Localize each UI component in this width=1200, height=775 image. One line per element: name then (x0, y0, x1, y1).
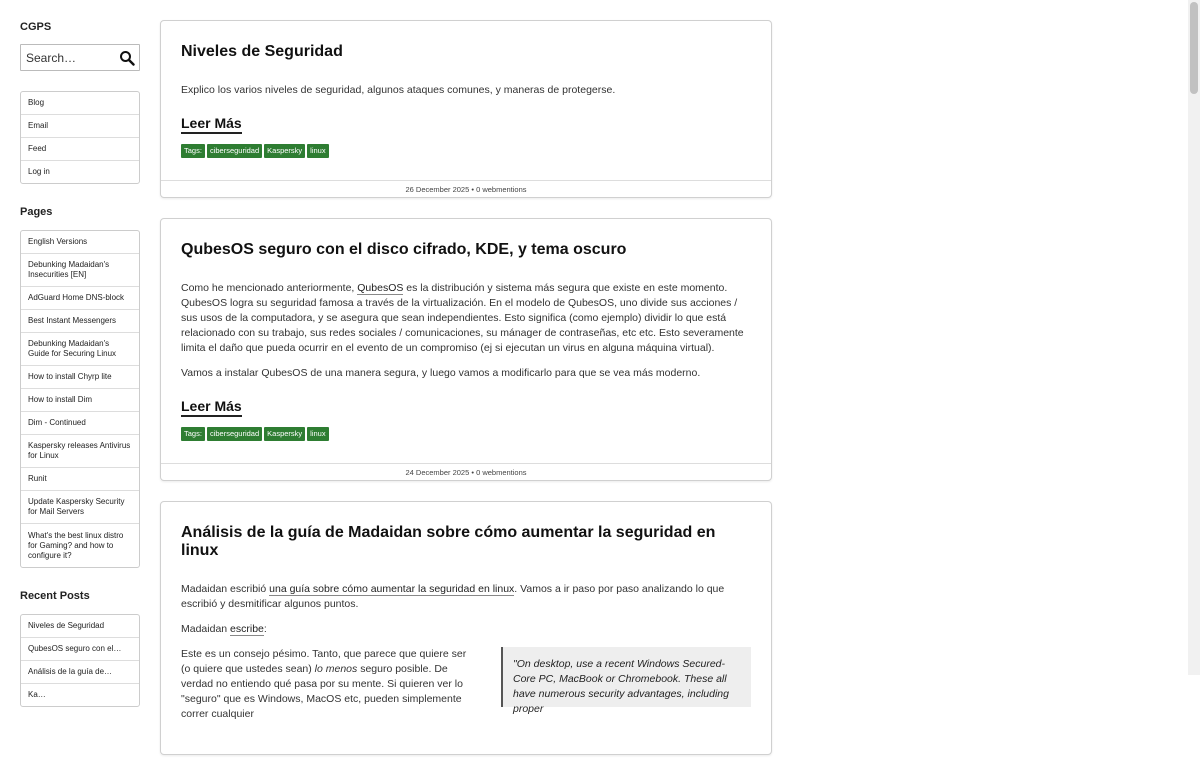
menu-item-blog[interactable]: Blog (21, 92, 139, 114)
tags-label: Tags: (181, 427, 205, 441)
sidebar: CGPS Blog Email Feed Log in Pages Englis… (20, 0, 140, 707)
text: : (263, 623, 267, 635)
scrollbar[interactable] (1188, 0, 1200, 675)
tag-link[interactable]: Kaspersky (264, 144, 306, 158)
post-paragraph: Madaidan escribe: (181, 622, 751, 637)
post-excerpt: Explico los varios niveles de seguridad,… (181, 84, 616, 96)
page-link[interactable]: How to install Dim (21, 388, 139, 411)
page-link[interactable]: Debunking Madaidan's Insecurities [EN] (21, 253, 139, 286)
tag-list: Tags: ciberseguridad Kaspersky linux (181, 427, 751, 441)
tag-link[interactable]: Kaspersky (264, 427, 306, 441)
emphasis: lo menos (314, 663, 358, 675)
read-more-link[interactable]: Leer Más (181, 397, 242, 417)
blockquote: "On desktop, use a recent Windows Secure… (501, 647, 751, 715)
post-paragraph: Vamos a instalar QubesOS de una manera s… (181, 367, 701, 379)
post-meta: 24 December 2025 • 0 webmentions (161, 463, 771, 480)
page-link[interactable]: Kaspersky releases Antivirus for Linux (21, 434, 139, 467)
post-card: QubesOS seguro con el disco cifrado, KDE… (160, 218, 772, 481)
page-link[interactable]: What's the best linux distro for Gaming?… (21, 523, 139, 567)
post-list: Niveles de Seguridad Explico los varios … (160, 20, 772, 775)
page-link[interactable]: How to install Chyrp lite (21, 365, 139, 388)
post-paragraph: Madaidan escribió una guía sobre cómo au… (181, 582, 751, 612)
page-link[interactable]: English Versions (21, 231, 139, 253)
tag-link[interactable]: ciberseguridad (206, 144, 263, 158)
page-link[interactable]: Dim - Continued (21, 411, 139, 434)
page-link[interactable]: Runit (21, 467, 139, 490)
search-input[interactable] (26, 50, 114, 65)
scrollbar-thumb[interactable] (1190, 2, 1198, 94)
text: Madaidan (181, 623, 231, 635)
page-link[interactable]: AdGuard Home DNS-block (21, 286, 139, 309)
search-icon[interactable] (119, 50, 135, 66)
post-meta: 26 December 2025 • 0 webmentions (161, 180, 771, 197)
qubesos-link[interactable]: QubesOS (357, 282, 404, 295)
post-title[interactable]: Niveles de Seguridad (181, 43, 751, 61)
guide-link[interactable]: una guía sobre cómo aumentar la segurida… (269, 583, 515, 596)
post-card: Análisis de la guía de Madaidan sobre có… (160, 501, 772, 755)
menu-item-login[interactable]: Log in (21, 160, 139, 183)
tags-label: Tags: (181, 144, 205, 158)
recent-post-link[interactable]: Ka… (21, 683, 139, 706)
recent-post-link[interactable]: QubesOS seguro con el… (21, 637, 139, 660)
recent-post-link[interactable]: Análisis de la guía de… (21, 660, 139, 683)
recent-posts-list: Niveles de Seguridad QubesOS seguro con … (20, 614, 140, 707)
post-title[interactable]: Análisis de la guía de Madaidan sobre có… (181, 524, 751, 560)
search-box[interactable] (20, 44, 140, 71)
text: Como he mencionado anteriormente, (181, 282, 358, 294)
post-card: Niveles de Seguridad Explico los varios … (160, 20, 772, 198)
page-link[interactable]: Debunking Madaidan's Guide for Securing … (21, 332, 139, 365)
site-title[interactable]: CGPS (20, 21, 140, 33)
tag-list: Tags: ciberseguridad Kaspersky linux (181, 144, 751, 158)
menu-item-email[interactable]: Email (21, 114, 139, 137)
tag-link[interactable]: linux (307, 144, 329, 158)
recent-posts-heading: Recent Posts (20, 590, 90, 602)
text: Madaidan escribió (181, 583, 270, 595)
escribe-link[interactable]: escribe (230, 623, 264, 636)
page-link[interactable]: Best Instant Messengers (21, 309, 139, 332)
menu-item-feed[interactable]: Feed (21, 137, 139, 160)
pages-heading: Pages (20, 206, 53, 218)
page-link[interactable]: Update Kaspersky Security for Mail Serve… (21, 490, 139, 523)
tag-link[interactable]: linux (307, 427, 329, 441)
pages-list: English Versions Debunking Madaidan's In… (20, 230, 140, 568)
read-more-link[interactable]: Leer Más (181, 114, 242, 134)
tag-link[interactable]: ciberseguridad (206, 427, 263, 441)
recent-post-link[interactable]: Niveles de Seguridad (21, 615, 139, 637)
post-title[interactable]: QubesOS seguro con el disco cifrado, KDE… (181, 241, 751, 259)
main-menu: Blog Email Feed Log in (20, 91, 140, 184)
post-paragraph: Como he mencionado anteriormente, QubesO… (181, 281, 751, 356)
